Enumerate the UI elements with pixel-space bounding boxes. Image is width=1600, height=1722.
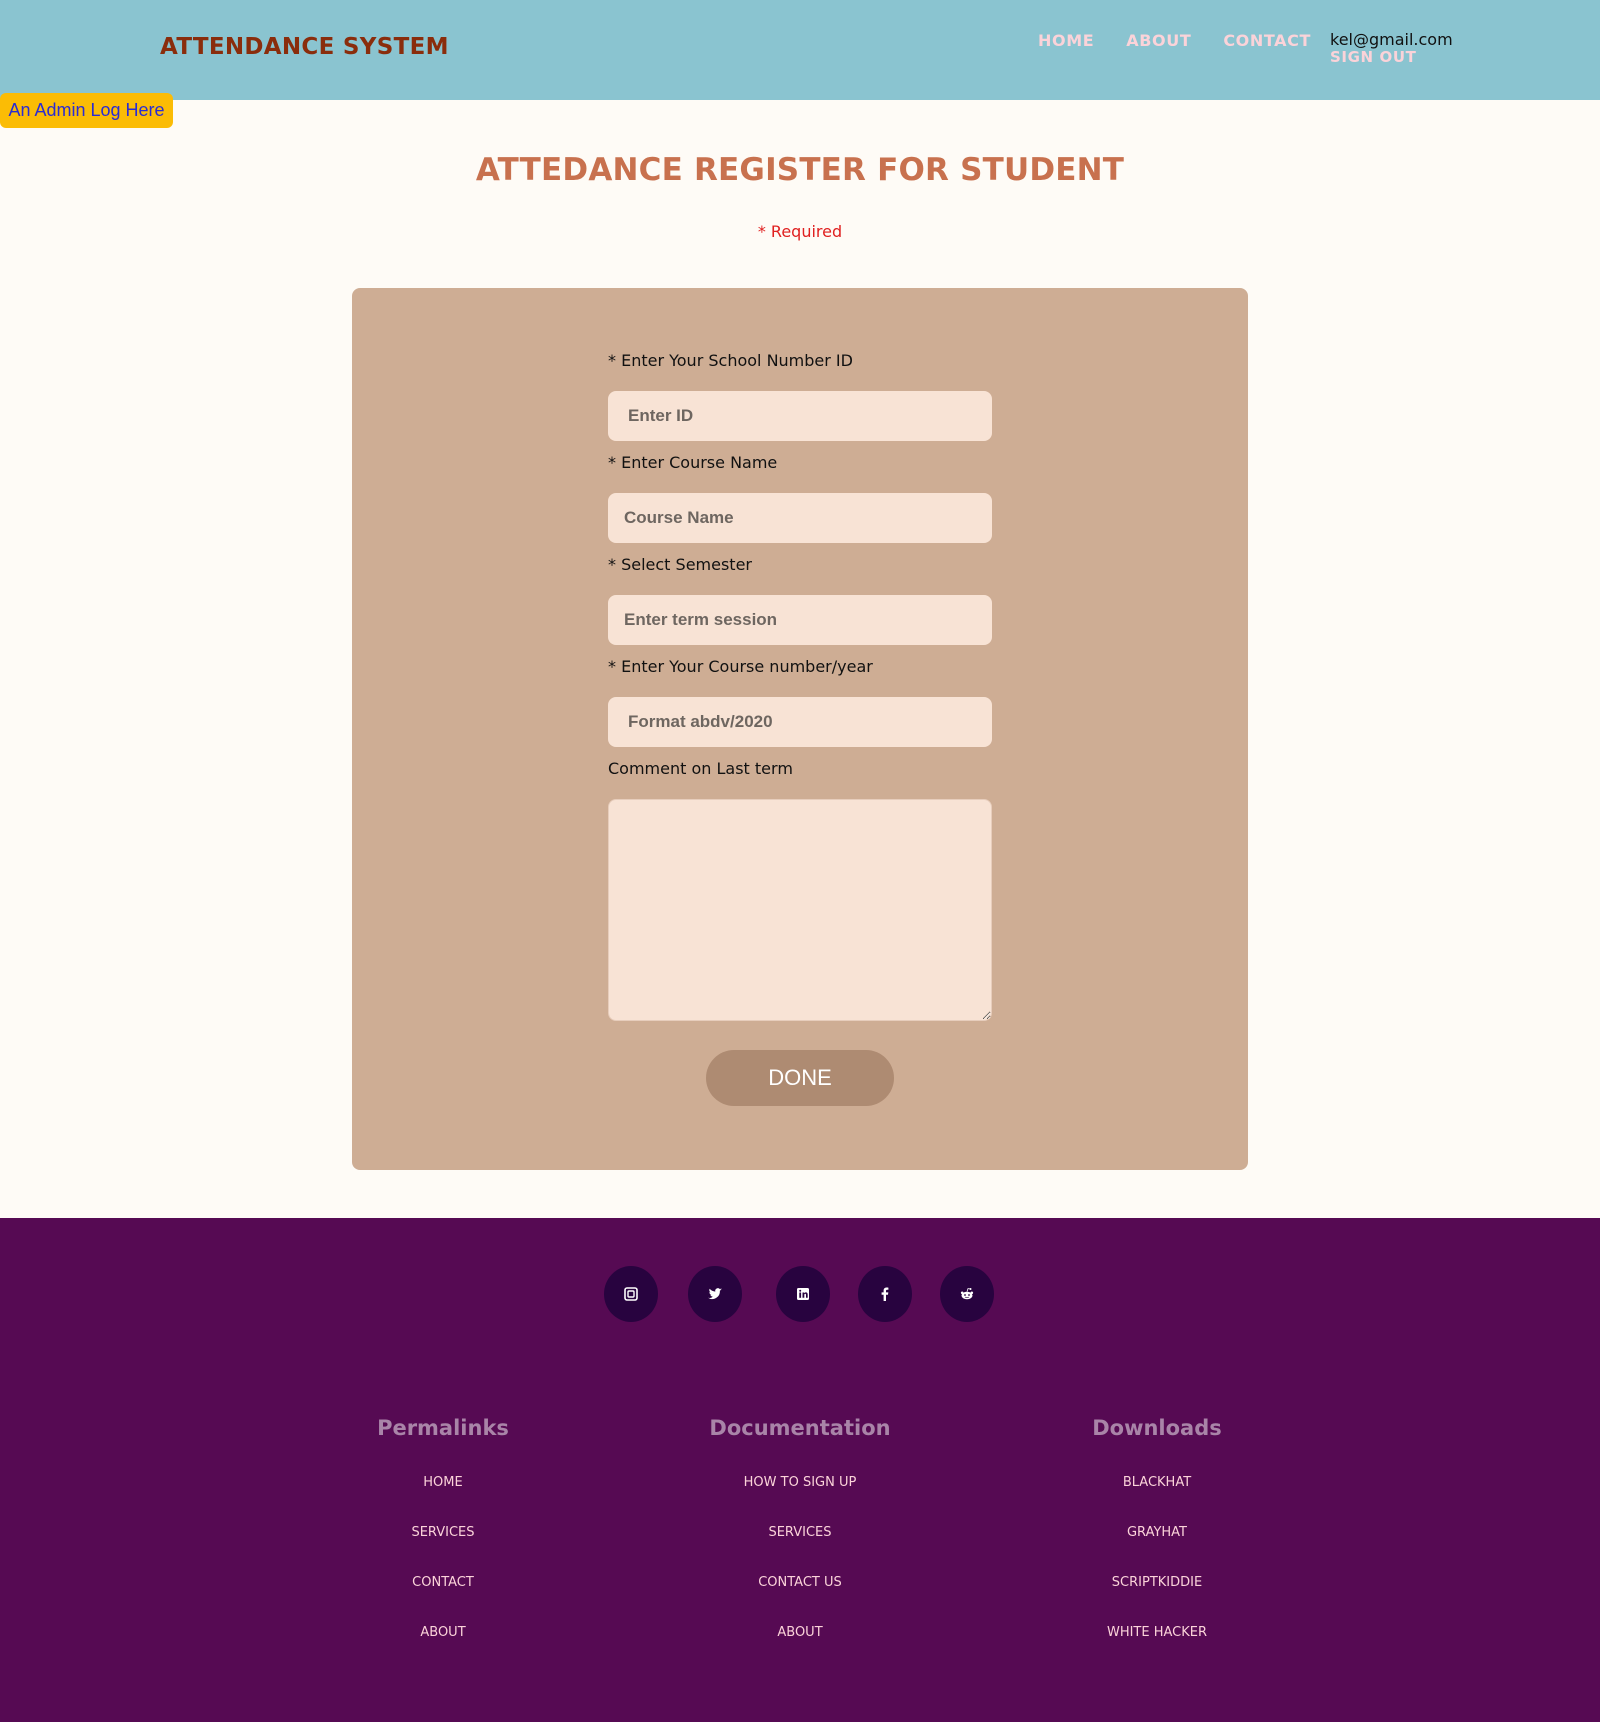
footer-link-white-hacker[interactable]: WHITE HACKER: [1007, 1620, 1307, 1646]
footer-column-title: Downloads: [1092, 1416, 1222, 1440]
footer-link-services[interactable]: SERVICES: [293, 1520, 593, 1546]
top-header: ATTENDANCE SYSTEM HOME ABOUT CONTACT kel…: [0, 0, 1600, 100]
semester-input[interactable]: [608, 595, 992, 645]
user-email: kel@gmail.com: [1330, 30, 1453, 49]
footer-link-how-to-sign-up[interactable]: HOW TO SIGN UP: [650, 1470, 950, 1496]
attendance-form: * Enter Your School Number ID * Enter Co…: [352, 288, 1248, 1170]
course-number-input[interactable]: [608, 697, 992, 747]
page-title: ATTEDANCE REGISTER FOR STUDENT: [475, 152, 1125, 188]
school-id-input[interactable]: [608, 391, 992, 441]
nav-contact-link[interactable]: CONTACT: [1223, 31, 1311, 50]
footer-link-about[interactable]: ABOUT: [650, 1620, 950, 1646]
instagram-icon[interactable]: [604, 1266, 658, 1322]
main-nav: HOME ABOUT CONTACT: [1038, 31, 1343, 50]
twitter-icon[interactable]: [688, 1266, 742, 1322]
footer-column-documentation: Documentation HOW TO SIGN UP SERVICES CO…: [650, 1416, 950, 1646]
reddit-icon[interactable]: [940, 1266, 994, 1322]
footer-link-home[interactable]: HOME: [293, 1470, 593, 1496]
footer-link-grayhat[interactable]: GRAYHAT: [1007, 1520, 1307, 1546]
school-id-label: * Enter Your School Number ID: [608, 351, 853, 370]
user-panel: kel@gmail.com SIGN OUT: [1330, 31, 1453, 66]
footer-column-permalinks: Permalinks HOME SERVICES CONTACT ABOUT: [293, 1416, 593, 1646]
required-note: * Required: [757, 222, 843, 241]
comment-textarea[interactable]: [608, 799, 992, 1021]
footer-link-about[interactable]: ABOUT: [293, 1620, 593, 1646]
linkedin-icon[interactable]: [776, 1266, 830, 1322]
nav-about-link[interactable]: ABOUT: [1126, 31, 1191, 50]
footer-link-blackhat[interactable]: BLACKHAT: [1007, 1470, 1307, 1496]
nav-home-link[interactable]: HOME: [1038, 31, 1094, 50]
footer-link-services[interactable]: SERVICES: [650, 1520, 950, 1546]
brand-title: ATTENDANCE SYSTEM: [160, 34, 449, 60]
facebook-icon[interactable]: [858, 1266, 912, 1322]
semester-label: * Select Semester: [608, 555, 752, 574]
course-name-label: * Enter Course Name: [608, 453, 778, 472]
done-button[interactable]: DONE: [706, 1050, 894, 1106]
footer-link-contact-us[interactable]: CONTACT US: [650, 1570, 950, 1596]
footer: Permalinks HOME SERVICES CONTACT ABOUT D…: [0, 1218, 1600, 1722]
course-name-input[interactable]: [608, 493, 992, 543]
footer-link-contact[interactable]: CONTACT: [293, 1570, 593, 1596]
footer-column-downloads: Downloads BLACKHAT GRAYHAT SCRIPTKIDDIE …: [1007, 1416, 1307, 1646]
footer-column-title: Documentation: [709, 1416, 891, 1440]
footer-column-title: Permalinks: [377, 1416, 509, 1440]
comment-label: Comment on Last term: [608, 759, 793, 778]
footer-link-scriptkiddie[interactable]: SCRIPTKIDDIE: [1007, 1570, 1307, 1596]
sign-out-link[interactable]: SIGN OUT: [1330, 49, 1453, 66]
admin-login-button[interactable]: An Admin Log Here: [0, 93, 173, 128]
course-number-label: * Enter Your Course number/year: [608, 657, 873, 676]
